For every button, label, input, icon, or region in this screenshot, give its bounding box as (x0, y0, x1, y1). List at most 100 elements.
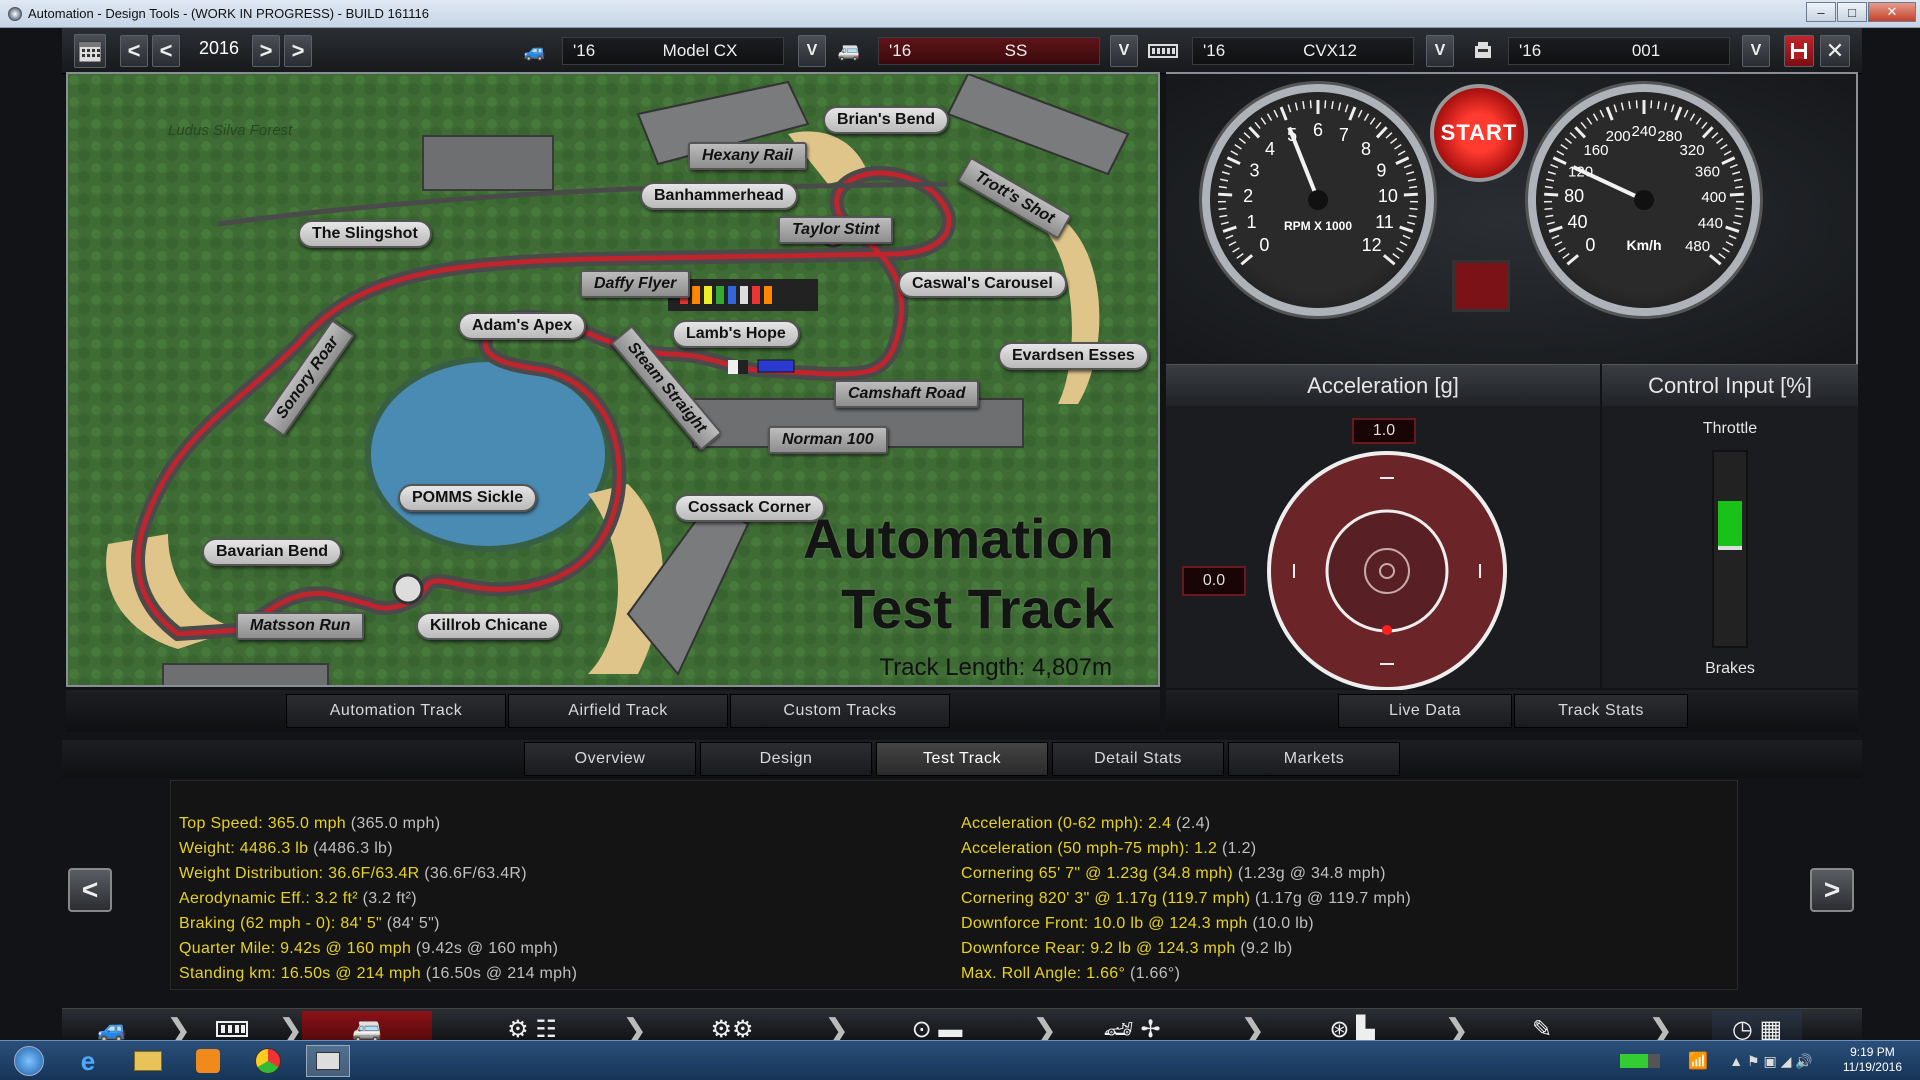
gauge-tick (1396, 247, 1404, 253)
calendar-icon[interactable] (74, 34, 106, 68)
stat-value: (1.23g @ 34.8 mph) (1237, 865, 1386, 882)
stat-key: Downforce Front: 10.0 lb @ 124.3 mph (961, 915, 1248, 932)
warning-light (1452, 260, 1510, 312)
corner-taylor-stint[interactable]: Taylor Stint (778, 216, 894, 244)
variant-year: '16 (1519, 41, 1542, 60)
gauge-tick (1683, 109, 1689, 118)
gauge-tick (1613, 104, 1618, 113)
stat-key: Weight: 4486.3 lb (179, 840, 309, 857)
gauge-tick (1302, 101, 1305, 110)
track-map[interactable]: Ludus Silva Forest Brian's Bend Hexany R… (66, 72, 1160, 687)
network-signal-icon[interactable] (1616, 1045, 1664, 1077)
corner-camshaft-road[interactable]: Camshaft Road (834, 380, 980, 408)
tab-airfield-track[interactable]: Airfield Track (508, 694, 728, 728)
tab-track-stats[interactable]: Track Stats (1514, 694, 1688, 728)
start-button[interactable]: START (1430, 84, 1528, 182)
corner-evardsen-esses[interactable]: Evardsen Esses (998, 342, 1149, 370)
gauge-tick (1260, 117, 1267, 125)
tab-custom-tracks[interactable]: Custom Tracks (730, 694, 950, 728)
prev-page-button[interactable]: < (68, 868, 112, 912)
throttle-bar-fill (1718, 501, 1742, 550)
media-player-icon[interactable] (186, 1045, 230, 1077)
model-dropdown-button[interactable]: V (798, 35, 826, 67)
corner-daffy-flyer[interactable]: Daffy Flyer (580, 270, 691, 298)
engine-select[interactable]: '16 CVX12 (1192, 37, 1414, 65)
stat-value: (2.4) (1176, 815, 1211, 832)
trim-select[interactable]: '16 SS (878, 37, 1100, 65)
chrome-icon[interactable] (246, 1045, 290, 1077)
corner-pomms-sickle[interactable]: POMMS Sickle (398, 484, 538, 512)
corner-matsson-run[interactable]: Matsson Run (236, 612, 365, 640)
top-toolbar: < < 2016 > > 🚙 '16 Model CX V 🚐 '16 SS V… (62, 28, 1862, 74)
gauge-tick (1546, 221, 1555, 225)
tab-test-track[interactable]: Test Track (876, 742, 1048, 776)
tab-overview[interactable]: Overview (524, 742, 696, 776)
year-next-button[interactable]: > (252, 35, 280, 67)
automation-app-icon[interactable] (306, 1045, 350, 1077)
save-icon[interactable] (1784, 35, 1814, 67)
tab-markets[interactable]: Markets (1228, 742, 1400, 776)
trim-dropdown-button[interactable]: V (1110, 35, 1138, 67)
corner-bavarian-bend[interactable]: Bavarian Bend (202, 538, 343, 566)
gauge-unit-label: Km/h (1627, 237, 1662, 253)
model-select[interactable]: '16 Model CX (562, 37, 784, 65)
gauge-tick (1403, 192, 1418, 197)
gauge-tick (1226, 156, 1241, 166)
tab-design[interactable]: Design (700, 742, 872, 776)
internet-explorer-icon[interactable]: e (66, 1045, 110, 1077)
gauge-tick (1729, 164, 1738, 169)
variant-select[interactable]: '16 001 (1508, 37, 1730, 65)
gauge-tick-label: 440 (1698, 215, 1723, 232)
year-next-fast-button[interactable]: > (284, 35, 312, 67)
gauge-tick (1701, 126, 1714, 139)
minimize-button[interactable]: – (1806, 2, 1836, 22)
year-prev-button[interactable]: < (152, 35, 180, 67)
wifi-icon[interactable]: 📶 (1676, 1045, 1720, 1077)
control-input-header: Control Input [%] (1602, 364, 1858, 406)
gauge-tick-label: 360 (1695, 163, 1720, 180)
corner-norman-100[interactable]: Norman 100 (768, 426, 888, 454)
track-title-line1: Automation (802, 507, 1114, 570)
gauge-tick (1556, 150, 1565, 156)
corner-adams-apex[interactable]: Adam's Apex (458, 312, 587, 340)
trim-name: SS (1004, 41, 1028, 60)
variant-dropdown-button[interactable]: V (1742, 35, 1770, 67)
tray-icons[interactable]: ▲ ⚑ ▣ ◢ 🔊 (1716, 1045, 1826, 1077)
gauge-tick (1586, 117, 1593, 125)
corner-caswals-carousel[interactable]: Caswal's Carousel (898, 270, 1067, 298)
gauge-tick (1605, 106, 1614, 121)
gauge-tick (1221, 171, 1230, 175)
stat-value: (1.66°) (1129, 965, 1181, 982)
gauge-tick (1390, 137, 1398, 144)
system-clock[interactable]: 9:19 PM 11/19/2016 (1843, 1045, 1902, 1075)
corner-brians-bend[interactable]: Brian's Bend (823, 106, 950, 134)
file-explorer-icon[interactable] (126, 1045, 170, 1077)
maximize-button[interactable]: □ (1837, 2, 1867, 22)
tab-automation-track[interactable]: Automation Track (286, 694, 506, 728)
close-design-button[interactable]: ✕ (1820, 35, 1850, 67)
gauge-tick (1294, 102, 1299, 111)
gauge-tick (1287, 104, 1292, 113)
corner-lambs-hope[interactable]: Lamb's Hope (672, 320, 800, 348)
corner-hexany-rail[interactable]: Hexany Rail (688, 142, 807, 170)
corner-banhammerhead[interactable]: Banhammerhead (640, 182, 798, 210)
engine-dropdown-button[interactable]: V (1426, 35, 1454, 67)
app-area: < < 2016 > > 🚙 '16 Model CX V 🚐 '16 SS V… (0, 28, 1920, 1048)
tab-live-data[interactable]: Live Data (1338, 694, 1512, 728)
year-prev-fast-button[interactable]: < (120, 35, 148, 67)
gauge-tick-label: 80 (1564, 186, 1584, 206)
acceleration-panel: 1.0 0.0 (1166, 406, 1600, 691)
window-titlebar: Automation - Design Tools - (WORK IN PRO… (0, 0, 1920, 28)
gauge-tick (1695, 117, 1702, 125)
window-close-button[interactable]: ✕ (1868, 2, 1916, 22)
corner-killrob-chicane[interactable]: Killrob Chicane (416, 612, 562, 640)
stat-value: (3.2 ft²) (362, 890, 417, 907)
tab-detail-stats[interactable]: Detail Stats (1052, 742, 1224, 776)
corner-the-slingshot[interactable]: The Slingshot (298, 220, 432, 248)
g-circle-plot (1267, 451, 1507, 691)
gauge-tick (1385, 132, 1393, 139)
gauge-tick (1409, 207, 1418, 211)
start-menu-icon[interactable] (4, 1045, 54, 1077)
next-page-button[interactable]: > (1810, 868, 1854, 912)
gauge-tick (1551, 234, 1560, 240)
